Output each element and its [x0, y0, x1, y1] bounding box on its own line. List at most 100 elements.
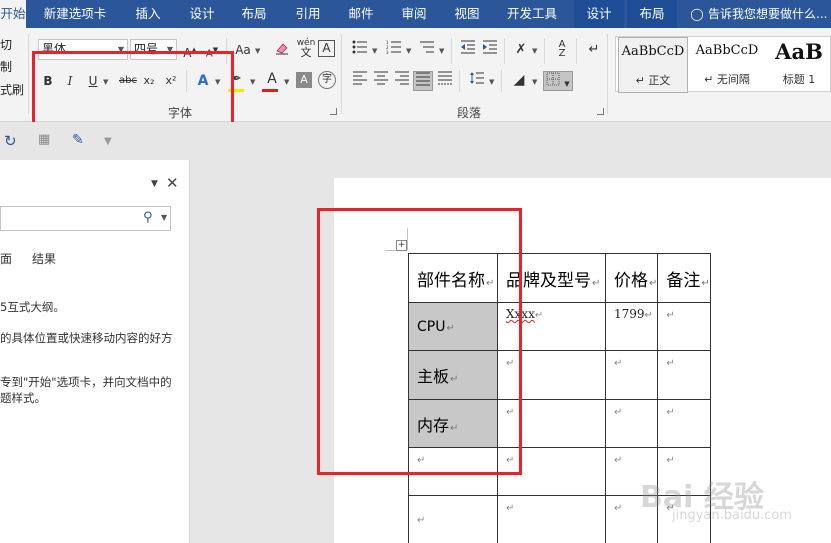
align-left-icon[interactable]	[350, 71, 370, 91]
nav-help-text: 专到"开始"选项卡，并向文档中的	[0, 375, 172, 389]
pane-options-icon[interactable]: ▼	[151, 179, 158, 189]
nav-help-text: 5互式大纲。	[0, 300, 65, 314]
chevron-down-icon[interactable]: ▼	[284, 78, 289, 86]
highlight-box-first-column	[317, 208, 522, 475]
nav-search-input[interactable]: ⚲ ▼	[0, 206, 171, 231]
separator	[504, 38, 505, 64]
ribbon-tab-bar: 开始 新建选项卡 插入 设计 布局 引用 邮件 审阅 视图 开发工具 设计 布局…	[0, 0, 831, 28]
chevron-down-icon[interactable]: ▼	[372, 47, 377, 55]
show-marks-icon[interactable]: ↵	[584, 40, 604, 60]
tab-table-design[interactable]: 设计	[574, 0, 624, 28]
numbering-icon[interactable]: 123	[384, 40, 404, 60]
borders-icon[interactable]: ▼	[543, 71, 573, 91]
clear-format-icon[interactable]	[272, 40, 292, 60]
chevron-down-icon[interactable]: ▼	[532, 47, 537, 55]
chevron-down-icon[interactable]: ▼	[250, 78, 255, 86]
bullets-icon[interactable]	[350, 40, 370, 60]
separator	[544, 38, 545, 64]
table-cell[interactable]: ↵	[604, 350, 659, 400]
table-cell[interactable]: ↵	[497, 495, 606, 543]
paragraph-group-label: 段落	[457, 106, 482, 120]
chevron-down-icon[interactable]: ▼	[255, 47, 260, 55]
nav-help-text: 的具体位置或快速移动内容的好方	[0, 331, 173, 345]
chevron-down-icon[interactable]: ▼	[564, 80, 569, 88]
tab-new-tab[interactable]: 新建选项卡	[40, 0, 110, 28]
style-name: ↵ 正文	[635, 74, 671, 87]
tell-me-box[interactable]: ◯ 告诉我您想要做什么...	[690, 0, 827, 28]
style-sample: AaBbCcD	[695, 43, 759, 58]
group-separator	[28, 34, 29, 114]
style-name: ↵ 无间隔	[704, 73, 750, 86]
table-cell[interactable]: ↵	[657, 302, 711, 351]
style-normal[interactable]: AaBbCcD ↵ 正文	[618, 37, 688, 93]
style-name: 标题 1	[782, 73, 816, 86]
character-border-icon[interactable]: A	[318, 40, 335, 57]
ribbon: 切 制 式刷 黑体 ▼ 四号 ▼ A▲ A▼ Aa ▼ wén 文 A B I U…	[0, 28, 831, 128]
customize-qat-icon[interactable]: ▼	[104, 136, 112, 147]
phonetic-guide-icon[interactable]: wén 文	[296, 38, 316, 58]
table-cell[interactable]: 1799↵	[604, 302, 659, 351]
print-preview-icon[interactable]: ▦	[38, 132, 50, 147]
tab-layout[interactable]: 布局	[236, 0, 272, 28]
chevron-down-icon[interactable]: ▼	[489, 78, 494, 86]
highlight-box-font-group	[32, 51, 234, 128]
search-icon[interactable]: ⚲	[143, 210, 153, 225]
nav-tab-pages[interactable]: 面	[0, 250, 12, 267]
tab-developer[interactable]: 开发工具	[502, 0, 562, 28]
chevron-down-icon[interactable]: ▼	[532, 78, 537, 86]
character-shading-icon[interactable]: A	[296, 72, 312, 88]
table-cell[interactable]: ↵	[657, 399, 711, 448]
table-cell[interactable]: ↵	[408, 495, 498, 543]
table-cell[interactable]: ↵	[657, 350, 711, 400]
edit-document-icon[interactable]: ✎	[72, 132, 84, 148]
style-sample: AaBbCcD	[621, 44, 685, 59]
tab-design[interactable]: 设计	[184, 0, 220, 28]
nav-tab-results[interactable]: 结果	[32, 250, 56, 267]
format-painter-button[interactable]: 式刷	[0, 81, 24, 98]
copy-button[interactable]: 制	[0, 58, 12, 75]
group-separator	[607, 34, 608, 114]
font-color-icon[interactable]: A	[262, 69, 282, 89]
table-cell[interactable]: ↵	[604, 399, 659, 448]
chevron-down-icon[interactable]: ▼	[406, 47, 411, 55]
styles-gallery: AaBbCcD ↵ 正文 AaBbCcD ↵ 无间隔 AaB 标题 1	[615, 36, 831, 93]
multilevel-list-icon[interactable]	[417, 40, 437, 60]
redo-icon[interactable]: ↻	[4, 132, 17, 150]
style-heading-1[interactable]: AaB 标题 1	[766, 37, 831, 93]
shading-icon[interactable]: ◢	[509, 70, 529, 90]
lightbulb-icon: ◯	[690, 7, 704, 21]
style-no-spacing[interactable]: AaBbCcD ↵ 无间隔	[692, 37, 762, 93]
tab-insert[interactable]: 插入	[130, 0, 166, 28]
separator	[501, 70, 502, 92]
chevron-down-icon[interactable]: ▼	[161, 213, 167, 222]
navigation-pane: ▼ ✕ ⚲ ▼ 面 结果 5互式大纲。 的具体位置或快速移动内容的好方 专到"开…	[0, 160, 190, 543]
decrease-indent-icon[interactable]	[458, 40, 478, 60]
tab-mailings[interactable]: 邮件	[343, 0, 379, 28]
change-case-icon[interactable]: Aa	[232, 40, 254, 60]
svg-text:3: 3	[386, 50, 389, 54]
distributed-icon[interactable]	[435, 71, 455, 91]
tab-table-layout[interactable]: 布局	[627, 0, 677, 28]
align-right-icon[interactable]	[392, 71, 412, 91]
font-dialog-launcher-icon[interactable]	[330, 108, 337, 115]
cut-button[interactable]: 切	[0, 36, 12, 53]
line-spacing-icon[interactable]	[467, 71, 487, 91]
tab-references[interactable]: 引用	[290, 0, 326, 28]
increase-indent-icon[interactable]	[480, 40, 500, 60]
enclose-character-icon[interactable]: 字	[318, 71, 336, 89]
table-cell[interactable]: 备注↵	[657, 253, 711, 303]
tab-home[interactable]: 开始	[0, 0, 26, 28]
paragraph-dialog-launcher-icon[interactable]	[597, 108, 604, 115]
tab-review[interactable]: 审阅	[396, 0, 432, 28]
chevron-down-icon[interactable]: ▼	[439, 47, 444, 55]
style-sample: AaB	[775, 39, 823, 64]
justify-icon[interactable]	[413, 71, 433, 91]
align-center-icon[interactable]	[371, 71, 391, 91]
close-icon[interactable]: ✕	[166, 174, 179, 192]
tab-view[interactable]: 视图	[449, 0, 485, 28]
chinese-layout-icon[interactable]: ✗	[511, 40, 531, 60]
sort-icon[interactable]: AZ	[552, 40, 572, 60]
nav-help-text: 题样式。	[0, 391, 46, 405]
table-cell[interactable]: 价格↵	[604, 253, 659, 303]
quick-access-toolbar: ↻ ▦ ✎ ▼	[0, 122, 831, 160]
